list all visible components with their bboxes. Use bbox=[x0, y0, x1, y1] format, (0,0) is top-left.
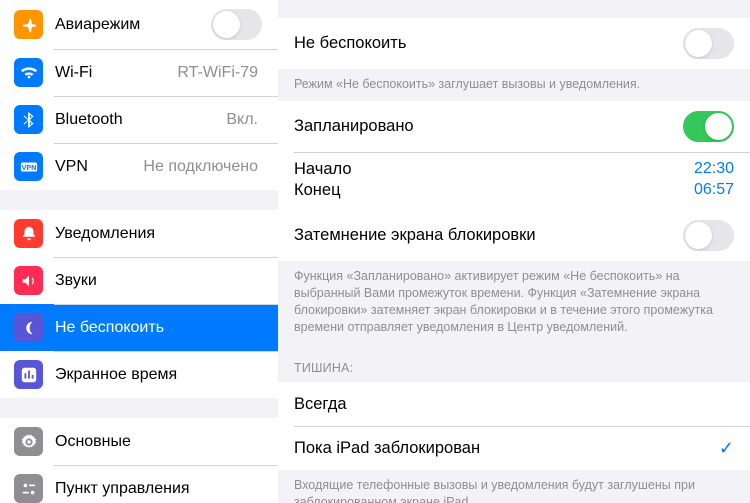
sidebar-item-label: Bluetooth bbox=[55, 111, 226, 129]
sidebar-item-value: Вкл. bbox=[226, 111, 258, 129]
bluetooth-icon bbox=[14, 105, 43, 134]
toggle[interactable] bbox=[211, 9, 262, 40]
dim-row: Затемнение экрана блокировки bbox=[278, 210, 750, 261]
start-label: Начало bbox=[294, 160, 694, 179]
sidebar-item-label: Авиарежим bbox=[55, 16, 211, 34]
sidebar-item-label: Звуки bbox=[55, 272, 262, 290]
sound-icon bbox=[14, 266, 43, 295]
schedule-times-row[interactable]: Начало 22:30 Конец 06:57 bbox=[278, 152, 750, 210]
sidebar-item-value: Не подключено bbox=[143, 158, 258, 176]
sidebar-item-label: Основные bbox=[55, 433, 262, 451]
end-value: 06:57 bbox=[694, 181, 734, 199]
airplane-icon bbox=[14, 10, 43, 39]
silence-locked-row[interactable]: Пока iPad заблокирован ✓ bbox=[278, 426, 750, 470]
sidebar-item-sound[interactable]: Звуки bbox=[0, 257, 278, 304]
silence-header: ТИШИНА: bbox=[278, 343, 750, 382]
dnd-label: Не беспокоить bbox=[294, 34, 683, 53]
scheduled-toggle[interactable] bbox=[683, 111, 734, 142]
screentime-icon bbox=[14, 360, 43, 389]
gear-icon bbox=[14, 427, 43, 456]
svg-text:VPN: VPN bbox=[21, 163, 36, 172]
sidebar-item-vpn[interactable]: VPNVPNНе подключено bbox=[0, 143, 278, 190]
sidebar-item-label: Пункт управления bbox=[55, 480, 262, 498]
sidebar-item-bluetooth[interactable]: BluetoothВкл. bbox=[0, 96, 278, 143]
silence-footnote: Входящие телефонные вызовы и уведомления… bbox=[278, 470, 750, 503]
checkmark-icon: ✓ bbox=[719, 438, 734, 459]
bell-icon bbox=[14, 219, 43, 248]
scheduled-row: Запланировано bbox=[278, 101, 750, 152]
sidebar-item-value: RT-WiFi-79 bbox=[177, 64, 258, 82]
dnd-footnote: Режим «Не беспокоить» заглушает вызовы и… bbox=[278, 69, 750, 101]
dnd-toggle[interactable] bbox=[683, 28, 734, 59]
sidebar-item-label: Экранное время bbox=[55, 366, 262, 384]
dim-toggle[interactable] bbox=[683, 220, 734, 251]
vpn-icon: VPN bbox=[14, 152, 43, 181]
sidebar-item-dnd[interactable]: Не беспокоить bbox=[0, 304, 278, 351]
silence-always-row[interactable]: Всегда bbox=[278, 382, 750, 426]
sidebar-item-label: Wi-Fi bbox=[55, 64, 177, 82]
sidebar-item-bell[interactable]: Уведомления bbox=[0, 210, 278, 257]
sidebar-item-gear[interactable]: Основные bbox=[0, 418, 278, 465]
settings-sidebar: АвиарежимWi-FiRT-WiFi-79BluetoothВкл.VPN… bbox=[0, 0, 278, 503]
wifi-icon bbox=[14, 58, 43, 87]
silence-always-label: Всегда bbox=[294, 395, 734, 414]
sidebar-item-wifi[interactable]: Wi-FiRT-WiFi-79 bbox=[0, 49, 278, 96]
sidebar-item-label: Не беспокоить bbox=[55, 319, 262, 337]
scheduled-label: Запланировано bbox=[294, 117, 683, 136]
sidebar-item-label: VPN bbox=[55, 158, 143, 176]
silence-locked-label: Пока iPad заблокирован bbox=[294, 439, 719, 458]
control-icon bbox=[14, 474, 43, 503]
sidebar-item-control[interactable]: Пункт управления bbox=[0, 465, 278, 503]
sidebar-item-screentime[interactable]: Экранное время bbox=[0, 351, 278, 398]
detail-pane: Не беспокоить Режим «Не беспокоить» загл… bbox=[278, 0, 750, 503]
sidebar-item-airplane[interactable]: Авиарежим bbox=[0, 0, 278, 49]
dnd-row: Не беспокоить bbox=[278, 18, 750, 69]
dim-label: Затемнение экрана блокировки bbox=[294, 226, 683, 245]
sidebar-item-label: Уведомления bbox=[55, 225, 262, 243]
start-value: 22:30 bbox=[694, 160, 734, 178]
dnd-icon bbox=[14, 313, 43, 342]
dim-footnote: Функция «Запланировано» активирует режим… bbox=[278, 261, 750, 344]
end-label: Конец bbox=[294, 181, 694, 200]
